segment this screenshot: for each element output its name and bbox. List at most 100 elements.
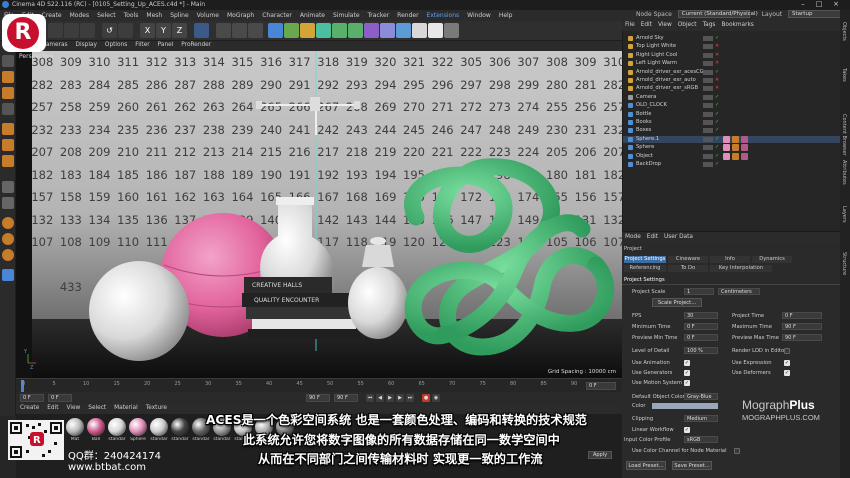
linear-workflow-checkbox[interactable]: ✓ — [684, 427, 690, 433]
enabled-check-icon[interactable]: ✓ — [715, 94, 719, 100]
use-motion-system-checkbox[interactable]: ✓ — [684, 380, 690, 386]
material-menu-material[interactable]: Material — [110, 404, 142, 411]
minimize-button[interactable]: – — [796, 0, 810, 8]
visibility-dots[interactable] — [703, 162, 713, 167]
maximize-button[interactable]: □ — [812, 0, 826, 8]
scale-project-button[interactable]: Scale Project... — [652, 298, 702, 307]
deformer-icon[interactable] — [364, 23, 379, 38]
object-row[interactable]: Boxes ✓ — [623, 127, 841, 134]
tab-info[interactable]: Info — [710, 256, 750, 263]
current-frame-field[interactable]: 0 F — [586, 382, 616, 390]
object-row[interactable]: Sphere.1 ✓ — [623, 135, 841, 143]
soft-selection-icon[interactable] — [2, 217, 14, 229]
edges-mode-icon[interactable] — [2, 139, 14, 151]
object-row[interactable]: Right Light Cool ✕ — [623, 52, 841, 59]
disabled-x-icon[interactable]: ✕ — [715, 43, 719, 49]
prev-key-button[interactable]: ◀ — [376, 394, 384, 402]
preview-min-field[interactable]: 0 F — [684, 334, 718, 341]
go-end-button[interactable]: ⏭ — [406, 394, 414, 402]
visibility-dots[interactable] — [703, 78, 713, 83]
menu-spline[interactable]: Spline — [166, 10, 192, 19]
menu-extensions[interactable]: Extensions — [423, 10, 464, 19]
attr-menu-user-data[interactable]: User Data — [661, 232, 696, 240]
auto-key-button[interactable]: ◉ — [432, 394, 440, 402]
material-swatch[interactable]: Sphere — [127, 418, 149, 442]
enabled-check-icon[interactable]: ✓ — [715, 102, 719, 108]
enabled-check-icon[interactable]: ✓ — [715, 127, 719, 133]
material-menu-edit[interactable]: Edit — [43, 404, 62, 411]
visibility-dots[interactable] — [703, 128, 713, 134]
enabled-check-icon[interactable]: ✓ — [715, 35, 719, 41]
menu-window[interactable]: Window — [463, 10, 495, 19]
menu-tools[interactable]: Tools — [120, 10, 143, 19]
side-tab-takes[interactable]: Takes — [841, 68, 847, 82]
material-tag-icon[interactable] — [732, 135, 739, 143]
object-row[interactable]: Arnold Sky ✓ — [623, 35, 841, 42]
enabled-check-icon[interactable]: ✓ — [715, 111, 719, 117]
max-frame-field[interactable]: 90 F — [334, 394, 358, 402]
enabled-check-icon[interactable]: ✓ — [715, 153, 719, 159]
world-coords-icon[interactable] — [194, 23, 209, 38]
object-row[interactable]: Camera ✓ — [623, 94, 841, 101]
material-tag-icon[interactable] — [741, 135, 748, 143]
material-swatch[interactable]: standar — [106, 418, 128, 442]
viewport-menu-display[interactable]: Display — [72, 41, 101, 48]
enabled-check-icon[interactable]: ✓ — [715, 119, 719, 125]
side-tab-attributes[interactable]: Attributes — [841, 160, 847, 185]
visibility-dots[interactable] — [703, 86, 713, 92]
material-tag-icon[interactable] — [732, 144, 739, 152]
visibility-dots[interactable] — [703, 94, 713, 100]
enabled-check-icon[interactable]: ✓ — [715, 161, 719, 167]
layout-dropdown[interactable]: Startup — [788, 10, 843, 18]
record-button[interactable]: ● — [422, 394, 430, 402]
visibility-dots[interactable] — [703, 61, 713, 67]
viewport[interactable]: 308 309 310 311 312 313 314 315 316 317 318 319 320 3… — [16, 51, 622, 378]
object-row[interactable]: Arnold_driver_exr_acesCG ✓ — [623, 69, 841, 76]
spline-icon[interactable] — [300, 23, 315, 38]
lock-workplane-icon[interactable] — [2, 249, 14, 261]
menu-select[interactable]: Select — [93, 10, 120, 19]
object-row[interactable]: Left Light Warm ✕ — [623, 60, 841, 67]
axis-icon[interactable] — [2, 197, 14, 209]
material-swatch[interactable]: Mat — [64, 418, 86, 442]
preview-max-field[interactable]: 90 F — [782, 334, 822, 341]
timeline[interactable]: 0 5 10 15 20 25 30 35 40 45 50 55 60 65 70 75 80 85 90 0 F — [16, 378, 622, 392]
visibility-dots[interactable] — [703, 136, 713, 142]
material-tag-icon[interactable] — [732, 152, 739, 160]
rotate-tool-icon[interactable] — [80, 23, 95, 38]
visibility-dots[interactable] — [703, 111, 713, 117]
light-icon[interactable] — [428, 23, 443, 38]
close-button[interactable]: × — [829, 0, 843, 8]
field-icon[interactable] — [380, 23, 395, 38]
viewport-menu-options[interactable]: Options — [101, 41, 131, 48]
attr-menu-mode[interactable]: Mode — [622, 232, 644, 240]
tab-key-interpolation[interactable]: Key Interpolation — [710, 265, 772, 272]
menu-help[interactable]: Help — [495, 10, 517, 19]
tab-referencing[interactable]: Referencing — [624, 265, 666, 272]
material-tag-icon[interactable] — [741, 144, 748, 152]
material-tag-icon[interactable] — [723, 135, 730, 143]
object-row[interactable]: Sphere ✓ — [623, 144, 841, 152]
clipping-dropdown[interactable]: Medium — [684, 415, 718, 422]
object-row[interactable]: Top Light White ✕ — [623, 43, 841, 50]
enabled-check-icon[interactable]: ✓ — [715, 69, 719, 75]
save-preset-button[interactable]: Save Preset... — [672, 461, 712, 470]
material-swatch[interactable]: standar — [169, 418, 191, 442]
move-tool-icon[interactable] — [48, 23, 63, 38]
menu-tracker[interactable]: Tracker — [364, 10, 394, 19]
disabled-x-icon[interactable]: ✕ — [715, 52, 719, 58]
apply-button[interactable]: Apply — [588, 451, 612, 459]
object-menu-view[interactable]: View — [655, 21, 675, 28]
z-axis-icon[interactable]: Z — [172, 23, 187, 38]
texture-mode-icon[interactable] — [2, 87, 14, 99]
x-axis-icon[interactable]: X — [140, 23, 155, 38]
start-frame-field[interactable]: 0 F — [20, 394, 44, 402]
object-row[interactable]: Books ✓ — [623, 119, 841, 126]
side-tab-objects[interactable]: Objects — [841, 22, 847, 41]
lock-icon[interactable] — [118, 23, 133, 38]
material-tag-icon[interactable] — [723, 152, 730, 160]
visibility-dots[interactable] — [703, 52, 713, 58]
visibility-dots[interactable] — [703, 103, 713, 109]
object-menu-object[interactable]: Object — [675, 21, 700, 28]
sculpt-icon[interactable] — [2, 233, 14, 245]
